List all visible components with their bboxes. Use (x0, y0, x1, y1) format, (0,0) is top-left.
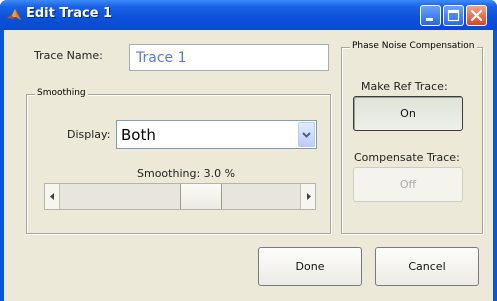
cancel-button[interactable]: Cancel (375, 247, 479, 286)
arrow-left-icon (50, 193, 54, 200)
arrow-right-icon (307, 193, 311, 200)
title-bar[interactable]: Edit Trace 1 (0, 0, 497, 30)
close-button[interactable] (466, 5, 487, 26)
smoothing-group-title: Smoothing (35, 88, 88, 98)
matlab-icon (7, 9, 21, 20)
trace-name-value: Trace 1 (136, 50, 187, 66)
display-dropdown[interactable]: Both (116, 120, 317, 149)
make-ref-label: Make Ref Trace: (361, 80, 448, 93)
phase-noise-group: Phase Noise Compensation (341, 41, 483, 234)
maximize-button[interactable] (443, 5, 464, 26)
phase-noise-group-title: Phase Noise Compensation (350, 41, 477, 51)
compensate-off-button[interactable]: Off (353, 167, 463, 202)
display-label: Display: (67, 128, 111, 141)
slider-left-arrow-button[interactable] (45, 184, 60, 209)
smoothing-slider[interactable] (44, 183, 316, 210)
slider-right-arrow-button[interactable] (300, 184, 315, 209)
chevron-down-icon (302, 132, 311, 138)
dialog-window: Edit Trace 1 Trace Name: Trace 1 Smoothi… (0, 0, 497, 301)
trace-name-label: Trace Name: (34, 49, 103, 62)
minimize-icon (426, 18, 433, 21)
make-ref-on-button[interactable]: On (353, 96, 463, 131)
done-label: Done (295, 260, 325, 273)
trace-name-input[interactable]: Trace 1 (129, 44, 329, 71)
display-value: Both (121, 126, 156, 144)
smoothing-value-label: Smoothing: 3.0 % (137, 167, 236, 180)
close-icon (470, 9, 483, 22)
slider-thumb[interactable] (180, 184, 222, 209)
window-title: Edit Trace 1 (26, 6, 113, 21)
smoothing-group: Smoothing (26, 88, 331, 234)
maximize-icon (447, 9, 460, 22)
compensate-label: Compensate Trace: (354, 151, 460, 164)
cancel-label: Cancel (408, 260, 446, 273)
compensate-off-label: Off (399, 178, 417, 191)
dropdown-arrow-button[interactable] (298, 122, 315, 147)
make-ref-on-label: On (400, 107, 416, 120)
dialog-body: Trace Name: Trace 1 Smoothing Display: B… (4, 30, 493, 301)
done-button[interactable]: Done (258, 247, 362, 286)
minimize-button[interactable] (420, 5, 441, 26)
